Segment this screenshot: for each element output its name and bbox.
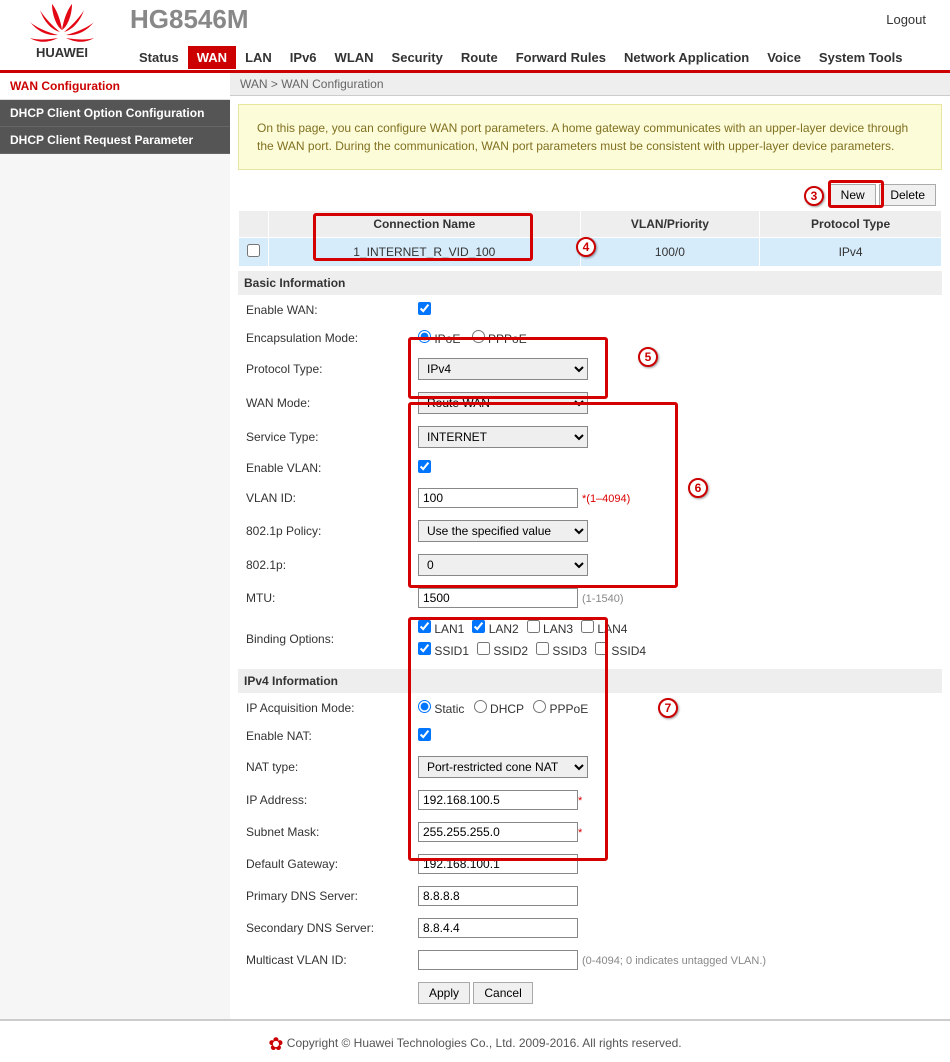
- label-nat-type: NAT type:: [240, 751, 410, 783]
- menu-wlan[interactable]: WLAN: [326, 46, 383, 69]
- svg-text:HUAWEI: HUAWEI: [36, 45, 88, 60]
- protocol-type-select[interactable]: IPv4: [418, 358, 588, 380]
- menu-wan[interactable]: WAN: [188, 46, 236, 69]
- col-protocol: Protocol Type: [760, 211, 942, 238]
- connections-table: Connection Name VLAN/Priority Protocol T…: [238, 210, 942, 267]
- encap-ipoe-radio[interactable]: [418, 330, 431, 343]
- enable-vlan-checkbox[interactable]: [418, 460, 431, 473]
- service-type-select[interactable]: INTERNET: [418, 426, 588, 448]
- encap-pppoe-radio[interactable]: [472, 330, 485, 343]
- col-check: [239, 211, 269, 238]
- bind-lan3-checkbox[interactable]: [527, 620, 540, 633]
- acq-dhcp-radio[interactable]: [474, 700, 487, 713]
- dns2-input[interactable]: [418, 918, 578, 938]
- menu-lan[interactable]: LAN: [236, 46, 281, 69]
- menu-system-tools[interactable]: System Tools: [810, 46, 912, 69]
- info-banner: On this page, you can configure WAN port…: [238, 104, 942, 170]
- bind-ssid3-checkbox[interactable]: [536, 642, 549, 655]
- acq-pppoe-radio[interactable]: [533, 700, 546, 713]
- delete-button[interactable]: Delete: [879, 184, 936, 206]
- label-mask: Subnet Mask:: [240, 817, 410, 847]
- bind-lan2-checkbox[interactable]: [472, 620, 485, 633]
- bind-lan4-checkbox[interactable]: [581, 620, 594, 633]
- label-encap: Encapsulation Mode:: [240, 325, 410, 351]
- wan-mode-select[interactable]: Route WAN: [418, 392, 588, 414]
- bind-ssid1-checkbox[interactable]: [418, 642, 431, 655]
- gw-input[interactable]: [418, 854, 578, 874]
- label-dns1: Primary DNS Server:: [240, 881, 410, 911]
- dns1-input[interactable]: [418, 886, 578, 906]
- col-connection-name: Connection Name: [269, 211, 581, 238]
- label-mvlan: Multicast VLAN ID:: [240, 945, 410, 975]
- bind-ssid2-checkbox[interactable]: [477, 642, 490, 655]
- row-name: 1_INTERNET_R_VID_100: [269, 238, 581, 267]
- footer: ✿ Copyright © Huawei Technologies Co., L…: [0, 1019, 950, 1062]
- label-protocol-type: Protocol Type:: [240, 353, 410, 385]
- huawei-petal-icon: ✿: [268, 1034, 283, 1054]
- sidebar-item[interactable]: DHCP Client Request Parameter: [0, 127, 230, 154]
- enable-wan-checkbox[interactable]: [418, 302, 431, 315]
- row-checkbox[interactable]: [247, 244, 260, 257]
- mask-input[interactable]: [418, 822, 578, 842]
- mvlan-input[interactable]: [418, 950, 578, 970]
- section-basic: Basic Information: [238, 271, 942, 295]
- sidebar-item[interactable]: DHCP Client Option Configuration: [0, 100, 230, 127]
- vlan-id-input[interactable]: [418, 488, 578, 508]
- apply-button[interactable]: Apply: [418, 982, 470, 1004]
- menu-security[interactable]: Security: [383, 46, 452, 69]
- logout-link[interactable]: Logout: [886, 12, 926, 27]
- menu-status[interactable]: Status: [130, 46, 188, 69]
- new-button[interactable]: New: [830, 184, 876, 206]
- enable-nat-checkbox[interactable]: [418, 728, 431, 741]
- sidebar-item[interactable]: WAN Configuration: [0, 73, 230, 100]
- cancel-button[interactable]: Cancel: [473, 982, 532, 1004]
- huawei-logo: HUAWEI: [12, 2, 112, 65]
- acq-static-radio[interactable]: [418, 700, 431, 713]
- label-enable-nat: Enable NAT:: [240, 723, 410, 749]
- menu-voice[interactable]: Voice: [758, 46, 810, 69]
- header: HUAWEI HG8546M Logout StatusWANLANIPv6WL…: [0, 0, 950, 70]
- ip-input[interactable]: [418, 790, 578, 810]
- label-dns2: Secondary DNS Server:: [240, 913, 410, 943]
- label-mtu: MTU:: [240, 583, 410, 613]
- label-ip: IP Address:: [240, 785, 410, 815]
- nat-type-select[interactable]: Port-restricted cone NAT: [418, 756, 588, 778]
- menu-forward-rules[interactable]: Forward Rules: [507, 46, 615, 69]
- label-gw: Default Gateway:: [240, 849, 410, 879]
- content: WAN > WAN Configuration On this page, yo…: [230, 73, 950, 1019]
- main-menu: StatusWANLANIPv6WLANSecurityRouteForward…: [130, 46, 911, 69]
- label-wan-mode: WAN Mode:: [240, 387, 410, 419]
- col-vlan: VLAN/Priority: [580, 211, 760, 238]
- label-8021p: 802.1p:: [240, 549, 410, 581]
- breadcrumb: WAN > WAN Configuration: [230, 73, 950, 96]
- label-8021p-policy: 802.1p Policy:: [240, 515, 410, 547]
- section-ipv4: IPv4 Information: [238, 669, 942, 693]
- toolbar: New Delete: [238, 180, 942, 210]
- bind-lan1-checkbox[interactable]: [418, 620, 431, 633]
- menu-network-application[interactable]: Network Application: [615, 46, 758, 69]
- row-proto: IPv4: [760, 238, 942, 267]
- menu-ipv6[interactable]: IPv6: [281, 46, 326, 69]
- 8021p-select[interactable]: 0: [418, 554, 588, 576]
- label-ip-acq: IP Acquisition Mode:: [240, 695, 410, 721]
- table-row[interactable]: 1_INTERNET_R_VID_100 100/0 IPv4: [239, 238, 942, 267]
- label-enable-vlan: Enable VLAN:: [240, 455, 410, 481]
- label-binding: Binding Options:: [240, 615, 410, 663]
- mtu-input[interactable]: [418, 588, 578, 608]
- label-service-type: Service Type:: [240, 421, 410, 453]
- sidebar: WAN ConfigurationDHCP Client Option Conf…: [0, 73, 230, 1019]
- bind-ssid4-checkbox[interactable]: [595, 642, 608, 655]
- row-vlan: 100/0: [580, 238, 760, 267]
- label-vlan-id: VLAN ID:: [240, 483, 410, 513]
- menu-route[interactable]: Route: [452, 46, 507, 69]
- model-title: HG8546M: [130, 4, 249, 35]
- 8021p-policy-select[interactable]: Use the specified value: [418, 520, 588, 542]
- label-enable-wan: Enable WAN:: [240, 297, 410, 323]
- binding-options: LAN1 LAN2 LAN3 LAN4 SSID1 SSID2 SSID3 SS…: [412, 615, 940, 663]
